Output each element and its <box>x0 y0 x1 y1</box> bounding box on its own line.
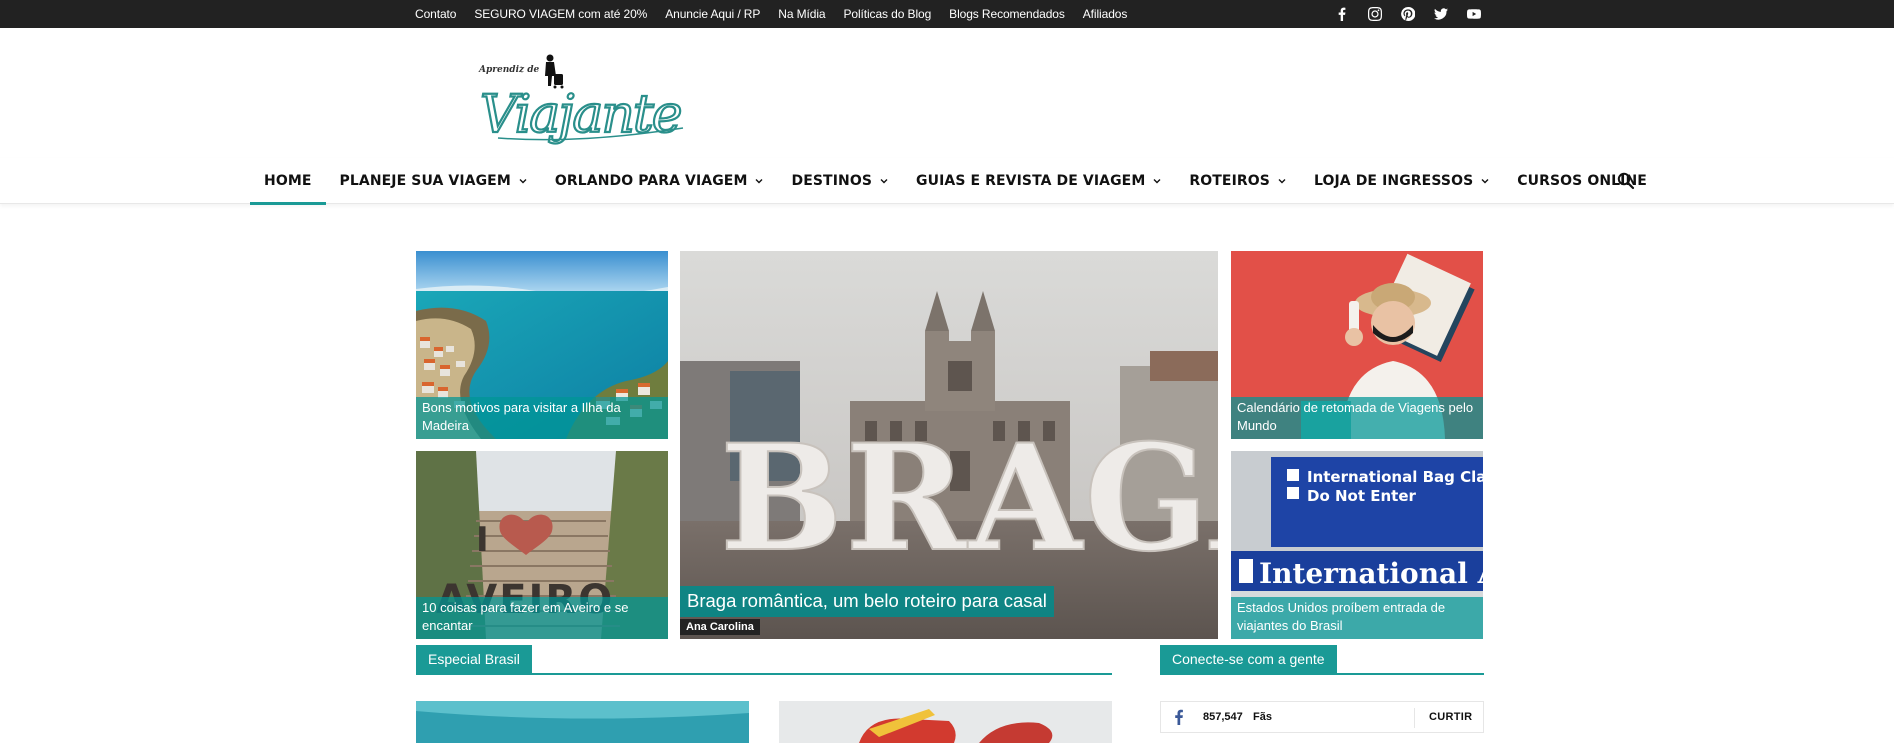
nav-label: HOME <box>264 173 312 189</box>
section-header-conecte: Conecte-se com a gente <box>1160 645 1484 675</box>
nav-label: ORLANDO PARA VIAGEM <box>554 173 748 189</box>
top-link-politicas[interactable]: Políticas do Blog <box>843 7 931 21</box>
post-title-main[interactable]: Braga romântica, um belo roteiro para ca… <box>680 586 1054 617</box>
post-author[interactable]: Ana Carolina <box>680 619 760 635</box>
nav-item-guias[interactable]: GUIAS E REVISTA DE VIAGEM <box>902 158 1175 204</box>
instagram-icon[interactable] <box>1358 0 1391 28</box>
nav-item-destinos[interactable]: DESTINOS <box>777 158 902 204</box>
nav-item-planeje[interactable]: PLANEJE SUA VIAGEM <box>326 158 541 204</box>
post-title[interactable]: Estados Unidos proíbem entrada de viajan… <box>1231 597 1483 639</box>
featured-post-braga[interactable]: BRAGA <box>680 251 1218 639</box>
divider <box>1414 708 1415 728</box>
braga-sign-text: BRAGA <box>720 413 1218 584</box>
travel-items-image <box>779 701 1112 743</box>
svg-text:I: I <box>476 520 489 560</box>
featured-post-aveiro[interactable]: I AVEIRO 10 coisas para fazer em Aveiro … <box>416 451 668 639</box>
section-header-especial-brasil: Especial Brasil <box>416 645 1112 675</box>
featured-post-eua[interactable]: International Bag Claim Do Not Enter Int… <box>1231 451 1483 639</box>
facebook-fans-box: 857,547 Fãs CURTIR <box>1160 701 1484 733</box>
chevron-down-icon <box>755 179 763 184</box>
top-link-anuncie[interactable]: Anuncie Aqui / RP <box>665 7 760 21</box>
nav-item-roteiros[interactable]: ROTEIROS <box>1175 158 1300 204</box>
post-thumbnail[interactable] <box>416 701 749 743</box>
social-icons <box>1325 0 1490 28</box>
chevron-down-icon <box>519 179 527 184</box>
top-link-na-midia[interactable]: Na Mídia <box>778 7 825 21</box>
nav-label: LOJA DE INGRESSOS <box>1313 173 1474 189</box>
section-title: Conecte-se com a gente <box>1160 645 1337 673</box>
pinterest-icon[interactable] <box>1391 0 1424 28</box>
beach-image <box>416 701 749 743</box>
nav-label: DESTINOS <box>791 173 873 189</box>
logo-main-text: Viajante <box>480 85 681 145</box>
top-link-contato[interactable]: Contato <box>415 7 456 21</box>
braga-image: BRAGA <box>680 251 1218 639</box>
nav-label: ROTEIROS <box>1189 173 1270 189</box>
eua-sign-line1: International Bag Claim <box>1307 468 1483 486</box>
nav-label: PLANEJE SUA VIAGEM <box>339 173 511 189</box>
eua-sign-line2: Do Not Enter <box>1307 487 1416 505</box>
nav-label: GUIAS E REVISTA DE VIAGEM <box>916 173 1146 189</box>
chevron-down-icon <box>1481 179 1489 184</box>
fans-count: 857,547 <box>1203 711 1243 723</box>
top-link-seguro-viagem[interactable]: SEGURO VIAGEM com até 20% <box>474 7 647 21</box>
search-button[interactable] <box>1614 158 1638 204</box>
search-icon <box>1617 172 1635 190</box>
featured-post-calendario[interactable]: Calendário de retomada de Viagens pelo M… <box>1231 251 1483 439</box>
site-logo[interactable]: Aprendiz de Viajante <box>478 52 696 147</box>
facebook-icon[interactable] <box>1325 0 1358 28</box>
nav-item-orlando[interactable]: ORLANDO PARA VIAGEM <box>541 158 778 204</box>
post-thumbnail[interactable] <box>779 701 1112 743</box>
nav-item-home[interactable]: HOME <box>250 158 326 205</box>
chevron-down-icon <box>1278 179 1286 184</box>
section-title[interactable]: Especial Brasil <box>416 645 532 673</box>
post-title[interactable]: Bons motivos para visitar a Ilha da Made… <box>416 397 668 439</box>
facebook-icon <box>1175 709 1183 725</box>
post-title[interactable]: Calendário de retomada de Viagens pelo M… <box>1231 397 1483 439</box>
chevron-down-icon <box>880 179 888 184</box>
nav-item-loja[interactable]: LOJA DE INGRESSOS <box>1300 158 1503 204</box>
traveler-silhouette-icon <box>545 54 564 89</box>
logo-small-text: Aprendiz de <box>478 65 540 75</box>
post-title[interactable]: 10 coisas para fazer em Aveiro e se enca… <box>416 597 668 639</box>
chevron-down-icon <box>1153 179 1161 184</box>
top-link-afiliados[interactable]: Afiliados <box>1083 7 1128 21</box>
top-bar: Contato SEGURO VIAGEM com até 20% Anunci… <box>0 0 1894 28</box>
featured-post-madeira[interactable]: Bons motivos para visitar a Ilha da Made… <box>416 251 668 439</box>
fans-label: Fãs <box>1253 711 1272 723</box>
youtube-icon[interactable] <box>1457 0 1490 28</box>
main-nav: HOME PLANEJE SUA VIAGEM ORLANDO PARA VIA… <box>0 158 1894 205</box>
top-links: Contato SEGURO VIAGEM com até 20% Anunci… <box>415 0 1145 28</box>
eua-sign-line3: International Arrivals <box>1259 557 1483 590</box>
top-link-blogs-recomendados[interactable]: Blogs Recomendados <box>949 7 1065 21</box>
twitter-icon[interactable] <box>1424 0 1457 28</box>
like-button[interactable]: CURTIR <box>1429 711 1472 723</box>
